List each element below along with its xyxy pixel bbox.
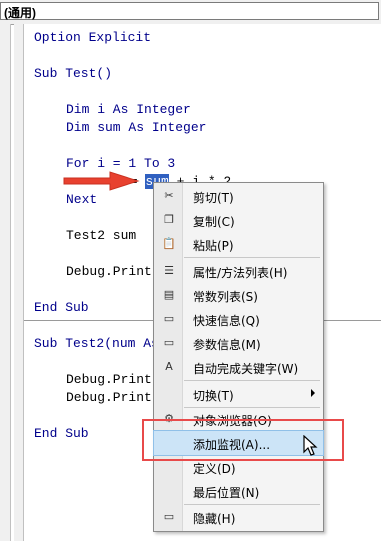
code-line-sub-test2: Sub Test2(num As	[34, 336, 159, 351]
info-icon: ▭	[163, 312, 175, 325]
menu-item-label: 切换(T)	[193, 389, 234, 403]
procedure-combo-value: (通用)	[4, 6, 36, 20]
code-line-end-sub-2: End Sub	[34, 426, 89, 441]
autocomplete-icon: A	[165, 360, 173, 373]
params-icon: ▭	[163, 336, 175, 349]
code-line-call-test2: Test2 sum	[66, 228, 137, 243]
menu-item-quick-info[interactable]: ▭ 快速信息(Q)	[154, 307, 323, 331]
menu-item-label: 复制(C)	[193, 215, 235, 229]
cut-icon: ✂	[164, 189, 174, 202]
menu-item-label: 隐藏(H)	[193, 512, 236, 526]
code-line-option-explicit: Option Explicit	[34, 30, 152, 45]
code-line-dim-sum: Dim sum As Integer	[66, 120, 207, 135]
code-line-end-sub-1: End Sub	[34, 300, 89, 315]
menu-item-list-constants[interactable]: ▤ 常数列表(S)	[154, 283, 323, 307]
code-to-keyword: To	[144, 156, 160, 171]
menu-item-label: 参数信息(M)	[193, 338, 261, 352]
menu-item-complete-word[interactable]: A 自动完成关键字(W)	[154, 355, 323, 379]
menu-item-label: 快速信息(Q)	[193, 314, 260, 328]
menu-item-label: 最后位置(N)	[193, 486, 260, 500]
submenu-arrow-icon	[311, 389, 315, 397]
menu-item-list-properties[interactable]: ☰ 属性/方法列表(H)	[154, 259, 323, 283]
menu-item-paste[interactable]: 📋 粘贴(P)	[154, 232, 323, 256]
code-line-debug-print-3: Debug.Print	[66, 390, 152, 405]
procedure-bar: (通用)	[0, 0, 381, 25]
code-line-debug-print-2: Debug.Print	[66, 372, 152, 387]
code-line-for: For i = 1 To 3	[66, 156, 175, 171]
menu-item-cut[interactable]: ✂ 剪切(T)	[154, 184, 323, 208]
menu-item-parameter-info[interactable]: ▭ 参数信息(M)	[154, 331, 323, 355]
red-arrow-icon	[63, 171, 140, 191]
context-menu: ✂ 剪切(T) ❐ 复制(C) 📋 粘贴(P) ☰ 属性/方法列表(H) ▤ 常…	[153, 182, 324, 532]
menu-item-last-position[interactable]: 最后位置(N)	[154, 479, 323, 503]
menu-separator	[184, 257, 320, 258]
menu-item-label: 属性/方法列表(H)	[193, 266, 288, 280]
list-icon: ☰	[164, 264, 174, 277]
menu-item-label: 剪切(T)	[193, 191, 234, 205]
code-line-next: Next	[66, 192, 98, 207]
procedure-combo[interactable]: (通用)	[0, 2, 379, 20]
code-for-part: For i = 1	[66, 156, 145, 171]
menu-item-hide[interactable]: ▭ 隐藏(H)	[154, 505, 323, 529]
menu-item-label: 自动完成关键字(W)	[193, 362, 299, 376]
menu-item-toggle[interactable]: 切换(T)	[154, 382, 323, 406]
hide-icon: ▭	[163, 510, 175, 523]
code-line-sub-test: Sub Test()	[34, 66, 113, 81]
menu-item-label: 常数列表(S)	[193, 290, 258, 304]
menu-item-label: 定义(D)	[193, 462, 236, 476]
menu-separator	[184, 380, 320, 381]
copy-icon: ❐	[164, 213, 174, 226]
mouse-cursor-icon	[303, 435, 318, 456]
code-line-dim-i: Dim i As Integer	[66, 102, 191, 117]
paste-icon: 📋	[162, 237, 176, 250]
code-line-debug-print-1: Debug.Print	[66, 264, 152, 279]
code-for-end: 3	[159, 156, 176, 171]
margin-indicator-bar	[0, 24, 11, 541]
code-gutter	[14, 24, 24, 541]
menu-item-copy[interactable]: ❐ 复制(C)	[154, 208, 323, 232]
menu-item-label: 粘贴(P)	[193, 239, 234, 253]
constants-icon: ▤	[163, 288, 175, 301]
